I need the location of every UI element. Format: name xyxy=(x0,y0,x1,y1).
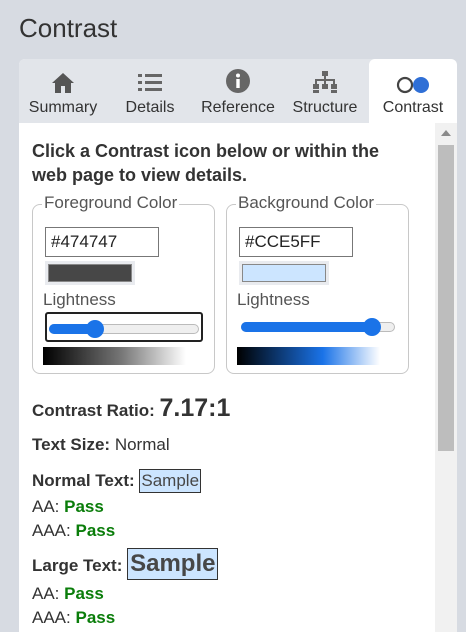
tab-details-label: Details xyxy=(125,99,175,116)
background-color-group: Background Color #CCE5FF Lightness xyxy=(226,193,409,374)
tab-bar: Summary Details Reference Structure Cont… xyxy=(19,59,457,123)
sitemap-icon xyxy=(312,59,338,99)
large-aa-label: AA: xyxy=(32,584,60,603)
list-icon xyxy=(137,59,163,99)
text-size-value: Normal xyxy=(114,435,170,454)
foreground-hex-input[interactable]: #474747 xyxy=(45,227,159,257)
foreground-swatch-button[interactable] xyxy=(45,261,135,285)
foreground-lightness-gradient xyxy=(43,347,186,365)
tab-contrast-label: Contrast xyxy=(382,99,444,116)
contrast-ratio-label: Contrast Ratio: xyxy=(32,401,155,420)
background-swatch xyxy=(242,264,326,282)
foreground-color-group: Foreground Color #474747 Lightness xyxy=(32,193,215,374)
text-size: Text Size: Normal xyxy=(32,435,170,455)
background-hex-input[interactable]: #CCE5FF xyxy=(239,227,353,257)
background-lightness-slider[interactable] xyxy=(239,312,397,342)
tab-structure[interactable]: Structure xyxy=(283,59,367,123)
tab-contrast[interactable]: Contrast xyxy=(369,59,457,123)
background-lightness-gradient xyxy=(237,347,380,365)
tab-structure-label: Structure xyxy=(292,99,358,116)
large-aa-value: Pass xyxy=(64,584,104,603)
large-text-row: Large Text: Sample xyxy=(32,548,219,580)
large-text-sample: Sample xyxy=(127,548,219,580)
tab-summary[interactable]: Summary xyxy=(19,59,107,123)
normal-text-label: Normal Text: xyxy=(32,471,135,490)
tab-reference-label: Reference xyxy=(201,99,275,116)
background-slider-fill xyxy=(241,322,373,332)
normal-aa-value: Pass xyxy=(64,497,104,516)
background-swatch-button[interactable] xyxy=(239,261,329,285)
foreground-swatch xyxy=(48,264,132,282)
main-panel: Summary Details Reference Structure Cont… xyxy=(19,59,457,632)
normal-aaa-value: Pass xyxy=(75,521,116,540)
large-aa-result: AA: Pass xyxy=(32,584,104,604)
background-slider-thumb[interactable] xyxy=(363,318,382,336)
normal-aaa-result: AAA: Pass xyxy=(32,521,115,541)
tab-details[interactable]: Details xyxy=(107,59,193,123)
tab-reference[interactable]: Reference xyxy=(193,59,283,123)
large-aaa-label: AAA: xyxy=(32,608,71,627)
large-text-label: Large Text: xyxy=(32,556,123,575)
foreground-slider-thumb[interactable] xyxy=(85,320,104,338)
normal-text-sample: Sample xyxy=(139,469,202,493)
large-aaa-value: Pass xyxy=(75,608,116,627)
foreground-lightness-slider[interactable] xyxy=(45,312,203,342)
vertical-scrollbar[interactable] xyxy=(435,123,457,632)
foreground-legend: Foreground Color xyxy=(42,193,180,213)
scroll-thumb[interactable] xyxy=(438,145,454,451)
foreground-lightness-label: Lightness xyxy=(43,290,116,309)
normal-aaa-label: AAA: xyxy=(32,521,71,540)
large-aaa-result: AAA: Pass xyxy=(32,608,115,628)
background-legend: Background Color xyxy=(236,193,377,213)
normal-aa-result: AA: Pass xyxy=(32,497,104,517)
contrast-ratio: Contrast Ratio: 7.17:1 xyxy=(32,394,230,423)
info-icon xyxy=(225,59,251,99)
text-size-label: Text Size: xyxy=(32,435,111,454)
contrast-ratio-value: 7.17:1 xyxy=(159,394,231,422)
tab-summary-label: Summary xyxy=(28,99,98,116)
normal-aa-label: AA: xyxy=(32,497,60,516)
home-icon xyxy=(51,59,75,99)
contrast-icon xyxy=(396,59,430,99)
background-lightness-label: Lightness xyxy=(237,290,310,309)
intro-text: Click a Contrast icon below or within th… xyxy=(32,141,380,185)
contrast-content: Click a Contrast icon below or within th… xyxy=(19,123,435,632)
scroll-up-arrow-icon[interactable] xyxy=(441,130,451,136)
app-title: Contrast xyxy=(19,13,118,43)
normal-text-row: Normal Text: Sample xyxy=(32,469,202,493)
